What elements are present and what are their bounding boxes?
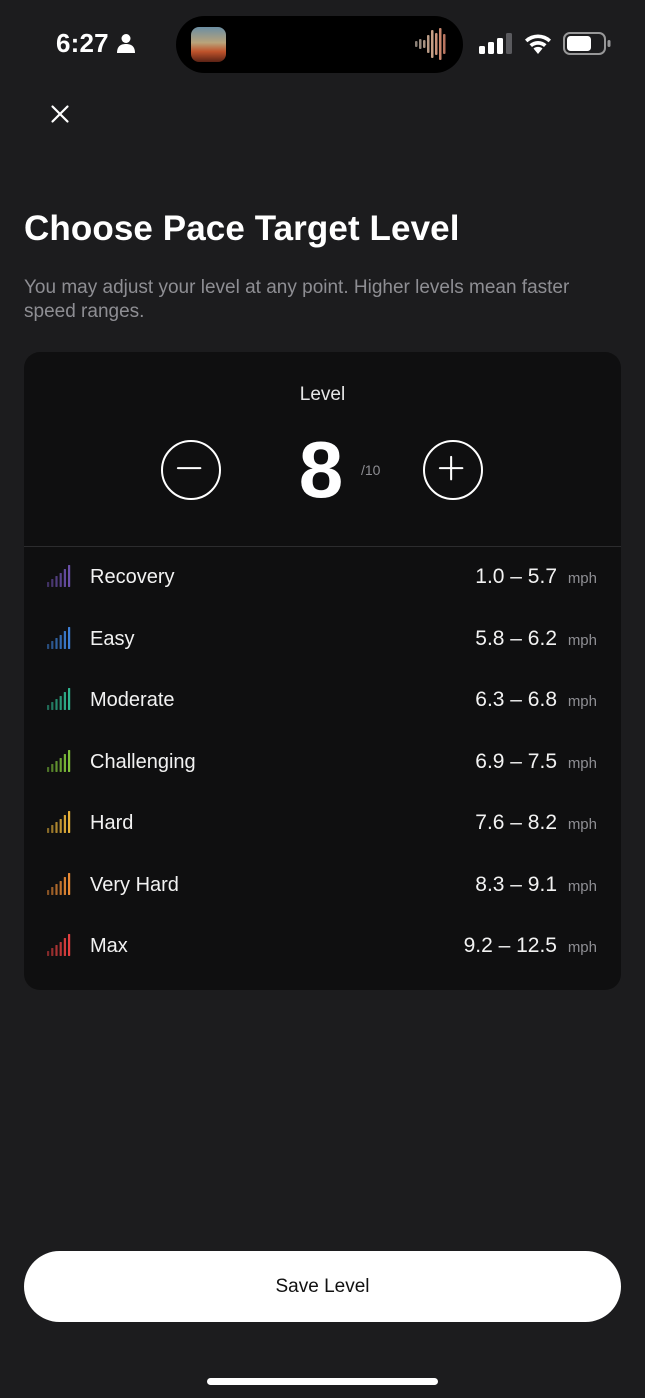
zone-intensity-icon [47,811,71,833]
zone-intensity-icon [47,934,71,956]
zone-row-max: Max 9.2 – 12.5 mph [24,927,621,967]
zone-row-moderate: Moderate 6.3 – 6.8 mph [24,681,621,721]
level-value: 8 [298,425,344,514]
dynamic-island[interactable] [176,16,463,73]
zone-unit: mph [567,570,597,587]
zone-unit: mph [567,878,597,895]
zone-name: Challenging [90,751,196,773]
zone-unit: mph [567,693,597,710]
zone-range: 5.8 – 6.2 [475,627,557,650]
person-icon [117,34,135,53]
zone-range: 9.2 – 12.5 [463,934,557,957]
zone-intensity-icon [47,565,71,587]
zone-name: Recovery [90,566,175,588]
zone-range: 1.0 – 5.7 [475,565,557,588]
level-card: Level 8 /10 Recovery 1.0 – 5.7 mph Easy … [24,352,621,990]
zone-name: Hard [90,812,134,834]
zone-range: 6.3 – 6.8 [475,688,557,711]
card-divider [24,546,621,547]
zone-intensity-icon [47,688,71,710]
pace-target-screen: 6:27 Choose Pace Target Level You may ad… [0,0,645,1398]
zone-intensity-icon [47,873,71,895]
zone-row-recovery: Recovery 1.0 – 5.7 mph [24,558,621,598]
audio-wave-icon [415,28,446,60]
zone-range: 7.6 – 8.2 [475,811,557,834]
level-label: Level [299,384,346,405]
decrease-level-button[interactable] [161,440,221,500]
zone-intensity-icon [47,750,71,772]
minus-circle-icon [176,467,202,470]
zone-range: 6.9 – 7.5 [475,750,557,773]
zone-row-easy: Easy 5.8 – 6.2 mph [24,620,621,660]
zone-unit: mph [567,632,597,649]
zone-name: Very Hard [90,874,179,896]
close-button[interactable] [42,96,78,132]
zone-range: 8.3 – 9.1 [475,873,557,896]
increase-level-button[interactable] [423,440,483,500]
zone-row-challenging: Challenging 6.9 – 7.5 mph [24,743,621,783]
zone-row-hard: Hard 7.6 – 8.2 mph [24,804,621,844]
zone-name: Max [90,935,128,957]
zone-unit: mph [567,939,597,956]
zone-name: Moderate [90,689,175,711]
level-max: /10 [361,462,381,478]
zone-unit: mph [567,755,597,772]
wifi-icon [525,34,551,54]
zone-row-very-hard: Very Hard 8.3 – 9.1 mph [24,866,621,906]
home-indicator[interactable] [207,1378,438,1385]
battery-icon [563,32,611,55]
status-time: 6:27 [56,28,109,58]
close-icon [51,105,69,123]
status-bar: 6:27 [0,0,645,90]
now-playing-art [191,27,226,62]
page-title: Choose Pace Target Level [24,209,460,248]
signal-icon [479,33,512,54]
zone-unit: mph [567,816,597,833]
plus-circle-icon [438,455,464,481]
save-level-button[interactable]: Save Level [24,1251,621,1322]
zone-name: Easy [90,628,135,650]
page-subtitle: You may adjust your level at any point. … [24,277,570,322]
zone-intensity-icon [47,627,71,649]
